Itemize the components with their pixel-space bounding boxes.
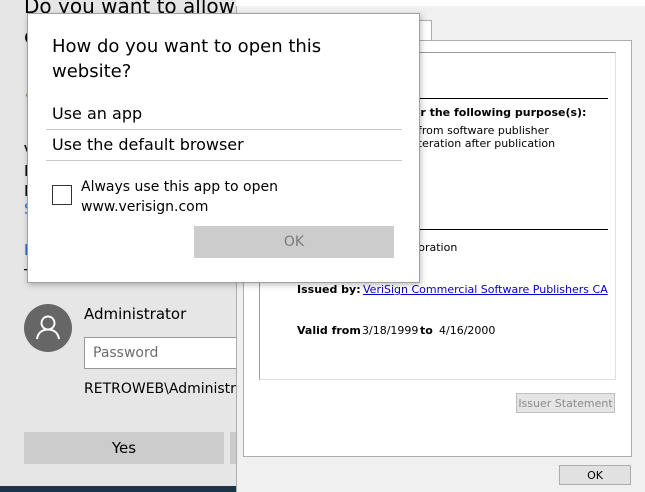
use-default-browser-option[interactable]: Use the default browser bbox=[46, 130, 402, 161]
uac-domain-user: RETROWEB\Administra bbox=[84, 381, 245, 397]
valid-to-value: 4/16/2000 bbox=[439, 324, 496, 337]
open-with-dialog: How do you want to open this website? Us… bbox=[27, 13, 420, 283]
yes-button[interactable]: Yes bbox=[24, 432, 224, 464]
divider bbox=[400, 229, 608, 230]
certificate-ok-button[interactable]: OK bbox=[559, 465, 631, 485]
valid-from-label: Valid from bbox=[297, 324, 361, 337]
always-use-checkbox[interactable] bbox=[52, 185, 72, 205]
issued-by-link[interactable]: VeriSign Commercial Software Publishers … bbox=[363, 283, 608, 296]
ok-button[interactable]: OK bbox=[194, 226, 394, 258]
purpose-item: alteration after publication bbox=[408, 137, 556, 150]
purpose-label: for the following purpose(s): bbox=[408, 106, 587, 119]
valid-from-value: 3/18/1999 bbox=[362, 324, 419, 337]
dialog-title: How do you want to open this website? bbox=[52, 36, 322, 82]
user-icon bbox=[24, 304, 72, 352]
certificate-title-bar bbox=[236, 0, 645, 6]
use-an-app-option[interactable]: Use an app bbox=[46, 99, 402, 130]
issued-by-label: Issued by: bbox=[297, 283, 361, 296]
issuer-statement-button[interactable]: Issuer Statement bbox=[516, 393, 615, 413]
divider bbox=[400, 98, 608, 99]
uac-user-name: Administrator bbox=[84, 305, 187, 323]
purpose-item: from software publisher bbox=[418, 124, 549, 137]
always-use-label: Always use this app to open www.verisign… bbox=[81, 179, 278, 215]
password-input[interactable] bbox=[84, 337, 254, 369]
valid-to-label: to bbox=[420, 324, 433, 337]
